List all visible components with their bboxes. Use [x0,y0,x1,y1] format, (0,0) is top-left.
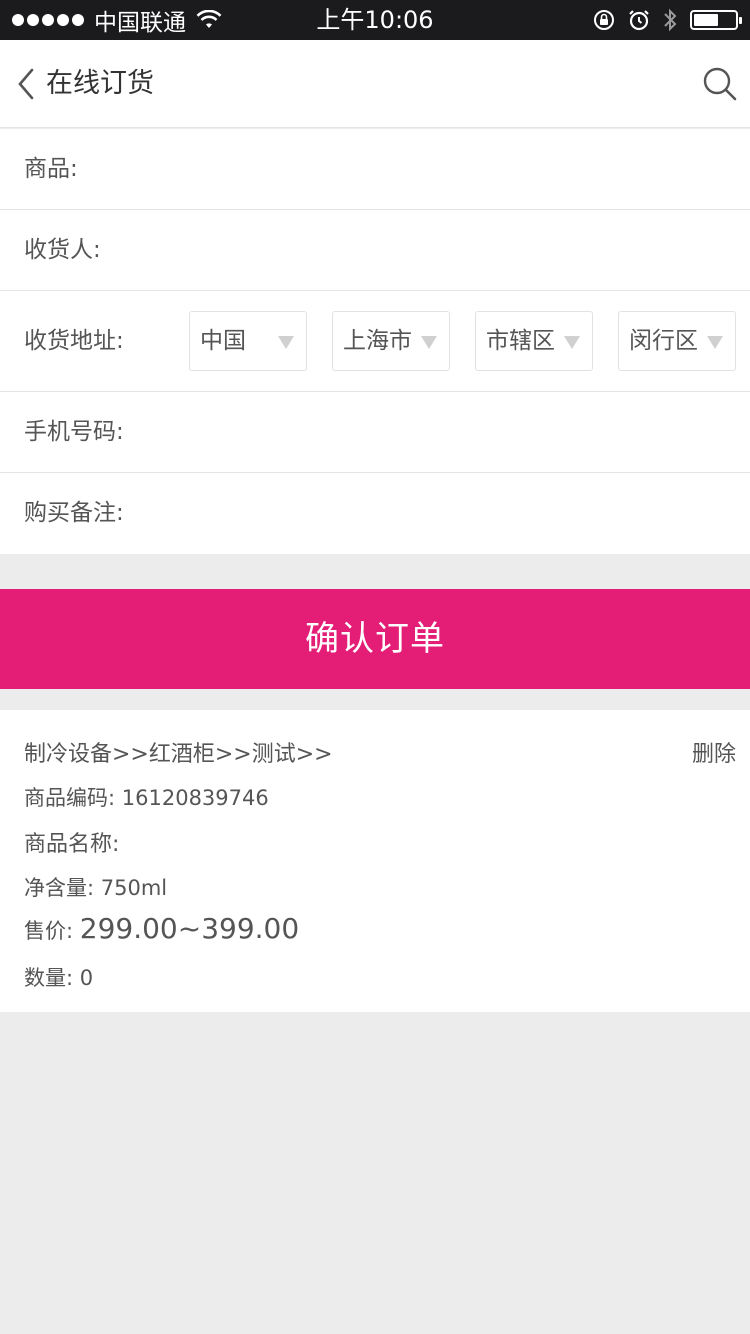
price-label: 售价: [24,919,74,943]
city-select-value: 市辖区 [486,328,555,354]
receiver-field[interactable]: 收货人: [0,210,750,291]
status-right [592,0,742,40]
note-label: 购买备注: [24,500,124,526]
delete-button[interactable]: 删除 [692,736,736,768]
dropdown-arrow-icon [278,336,294,349]
rotation-lock-icon [594,10,614,30]
quantity-line: 数量: 0 [24,962,93,992]
product-code-label: 商品编码: [24,786,116,810]
city-select[interactable]: 市辖区 [475,311,593,371]
bluetooth-icon [664,8,677,32]
price-value: 299.00~399.00 [79,912,300,945]
province-select-value: 上海市 [343,328,412,354]
status-bar: 中国联通 上午10:06 [0,0,750,40]
alarm-icon [629,10,649,31]
volume-value: 750ml [100,876,168,900]
product-label: 商品: [24,156,78,182]
address-selects: 中国 上海市 市辖区 闵行区 [189,311,736,371]
province-select[interactable]: 上海市 [332,311,450,371]
search-icon[interactable] [702,66,738,102]
note-field[interactable]: 购买备注: [0,473,750,554]
product-field[interactable]: 商品: [0,129,750,210]
product-code-line: 商品编码: 16120839746 [24,782,269,812]
battery-icon [690,10,742,30]
product-code-value: 16120839746 [121,786,269,810]
page-title: 在线订货 [46,68,154,99]
phone-field[interactable]: 手机号码: [0,392,750,473]
quantity-value: 0 [79,966,94,990]
product-name-line: 商品名称: [24,826,119,858]
volume-label: 净含量: [24,876,95,900]
category-path: 制冷设备>>红酒柜>>测试>> [24,742,333,767]
country-select-value: 中国 [200,328,246,354]
dropdown-arrow-icon [564,336,580,349]
dropdown-arrow-icon [421,336,437,349]
address-row: 收货地址: 中国 上海市 市辖区 闵行区 [0,291,750,392]
address-label: 收货地址: [24,328,124,354]
battery-level [694,14,718,26]
volume-line: 净含量: 750ml [24,872,167,902]
product-name-label: 商品名称: [24,832,120,857]
dropdown-arrow-icon [707,336,723,349]
district-select-value: 闵行区 [629,328,698,354]
district-select[interactable]: 闵行区 [618,311,736,371]
country-select[interactable]: 中国 [189,311,307,371]
phone-label: 手机号码: [24,419,124,445]
receiver-label: 收货人: [24,237,101,263]
confirm-order-button[interactable]: 确认订单 [0,589,750,689]
chevron-left-icon[interactable] [14,66,40,102]
nav-bar: 在线订货 [0,40,750,128]
order-form: 商品: 收货人: 收货地址: 中国 上海市 市辖区 闵行区 手机号码: 购买备注… [0,129,750,554]
quantity-label: 数量: [24,966,74,990]
price-line: 售价: 299.00~399.00 [24,912,299,945]
product-card: 制冷设备>>红酒柜>>测试>> 删除 商品编码: 16120839746 商品名… [0,710,750,1012]
